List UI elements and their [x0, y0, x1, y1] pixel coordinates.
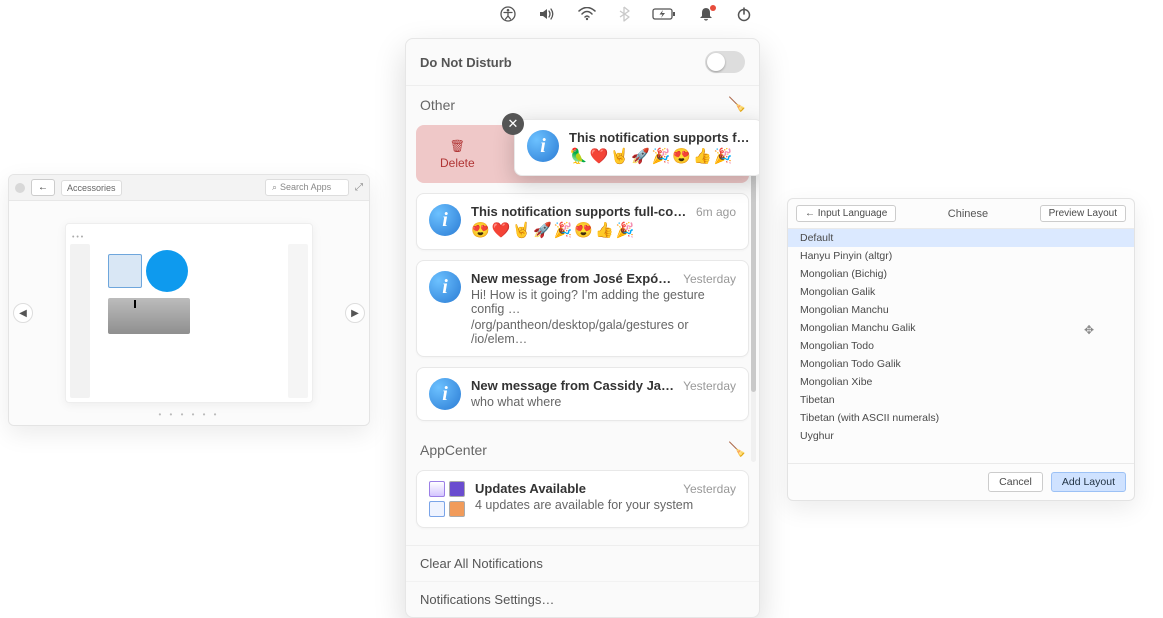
notification-card[interactable]: i New message from Cassidy Jame… Yesterd…	[416, 367, 749, 421]
keyboard-layout-window: ← Input Language Chinese Preview Layout …	[787, 198, 1135, 501]
layout-item[interactable]: Mongolian Manchu Galik	[788, 319, 1134, 337]
battery-icon[interactable]	[652, 7, 676, 26]
layout-item[interactable]: Uyghur	[788, 427, 1134, 445]
layout-item[interactable]: Mongolian Todo	[788, 337, 1134, 355]
layout-item[interactable]: Tibetan	[788, 391, 1134, 409]
square-shape	[108, 254, 142, 288]
section-appcenter: AppCenter 🧹	[406, 431, 759, 464]
search-input[interactable]: ⌕Search Apps	[265, 179, 349, 196]
notification-text: 4 updates are available for your system	[475, 498, 736, 512]
dnd-label: Do Not Disturb	[420, 55, 512, 70]
notification-text: who what where	[471, 395, 736, 409]
section-title: AppCenter	[420, 442, 487, 458]
delete-button[interactable]: 🗑 Delete	[440, 139, 475, 170]
layout-footer: Cancel Add Layout	[788, 463, 1134, 500]
design-canvas	[96, 250, 282, 376]
page-indicator: • • • • • •	[9, 410, 369, 419]
layout-item[interactable]: Mongolian Galik	[788, 283, 1134, 301]
notification-swipe-delete: 🗑 Delete ✕ i This notification supports …	[416, 125, 749, 183]
layout-item-default[interactable]: Default	[788, 229, 1134, 247]
design-app-toolbar: • • •	[72, 230, 306, 244]
power-icon[interactable]	[736, 6, 752, 27]
left-toolbar: ← Accessories ⌕Search Apps ⤢	[9, 175, 369, 201]
clear-all-button[interactable]: Clear All Notifications	[406, 546, 759, 581]
preview-layout-button[interactable]: Preview Layout	[1040, 205, 1126, 222]
notification-time: Yesterday	[683, 272, 736, 286]
info-icon: i	[429, 271, 461, 303]
add-layout-button[interactable]: Add Layout	[1051, 472, 1126, 492]
notification-title: Updates Available	[475, 481, 675, 496]
close-floating-icon[interactable]: ✕	[502, 113, 524, 135]
volume-icon[interactable]	[538, 6, 556, 27]
notification-text: /org/pantheon/desktop/gala/gestures or /…	[471, 318, 736, 346]
wifi-icon[interactable]	[578, 7, 596, 26]
notification-card[interactable]: i This notification supports full-color …	[416, 193, 749, 250]
design-left-panel	[70, 244, 90, 398]
appcenter-icon	[429, 481, 465, 517]
notification-card[interactable]: Updates Available Yesterday 4 updates ar…	[416, 470, 749, 528]
notification-emoji: 🦜❤️🤘🚀🎉😍👍🎉	[569, 147, 750, 165]
menubar	[500, 6, 752, 27]
layout-header: ← Input Language Chinese Preview Layout	[788, 199, 1134, 229]
trash-icon: 🗑	[450, 139, 465, 153]
notification-title: New message from Cassidy Jame…	[471, 378, 675, 393]
panel-footer: Clear All Notifications Notifications Se…	[406, 545, 759, 617]
back-input-language-button[interactable]: ← Input Language	[796, 205, 896, 222]
expand-icon[interactable]: ⤢	[355, 182, 363, 193]
clear-section-icon[interactable]: 🧹	[728, 96, 745, 113]
notification-text: Hi! How is it going? I'm adding the gest…	[471, 288, 736, 316]
carousel-body: ◀ ▶ • • • • • • • • •	[9, 201, 369, 425]
section-other: Other 🧹	[406, 86, 759, 119]
layout-list: Default Hanyu Pinyin (altgr) Mongolian (…	[788, 229, 1134, 445]
carousel-next[interactable]: ▶	[345, 303, 365, 323]
carousel-prev[interactable]: ◀	[13, 303, 33, 323]
floating-notification[interactable]: i This notification supports full-c… 🦜❤️…	[514, 119, 759, 176]
circle-shape	[146, 250, 188, 292]
gray-shape	[108, 298, 190, 334]
layout-item[interactable]: Hanyu Pinyin (altgr)	[788, 247, 1134, 265]
layout-title: Chinese	[902, 208, 1033, 220]
clear-section-icon[interactable]: 🧹	[728, 441, 745, 458]
info-icon: i	[527, 130, 559, 162]
notification-panel: Do Not Disturb Other 🧹 🗑 Delete ✕ i This…	[405, 38, 760, 618]
notification-emoji: 😍❤️🤘🚀🎉😍👍🎉	[471, 221, 736, 239]
notification-title: New message from José Expósito	[471, 271, 675, 286]
notification-title: This notification supports full-c…	[569, 130, 750, 145]
dnd-toggle[interactable]	[705, 51, 745, 73]
dnd-row: Do Not Disturb	[406, 39, 759, 85]
notification-time: Yesterday	[683, 482, 736, 496]
layout-item[interactable]: Mongolian Manchu	[788, 301, 1134, 319]
notification-card[interactable]: i New message from José Expósito Yesterd…	[416, 260, 749, 357]
notification-title: This notification supports full-color e…	[471, 204, 688, 219]
notification-time: 6m ago	[696, 205, 736, 219]
design-app-screenshot: • • •	[65, 223, 313, 403]
info-icon: i	[429, 204, 461, 236]
layout-item[interactable]: Tibetan (with ASCII numerals)	[788, 409, 1134, 427]
back-button[interactable]: ←	[31, 179, 55, 196]
accessibility-icon[interactable]	[500, 6, 516, 27]
notifications-icon[interactable]	[698, 6, 714, 27]
layout-item[interactable]: Mongolian Xibe	[788, 373, 1134, 391]
switchboard-window: ← Accessories ⌕Search Apps ⤢ ◀ ▶ • • • •…	[8, 174, 370, 426]
breadcrumb[interactable]: Accessories	[61, 180, 122, 196]
notification-settings-button[interactable]: Notifications Settings…	[406, 581, 759, 617]
design-right-panel	[288, 244, 308, 398]
bluetooth-icon[interactable]	[618, 6, 630, 27]
notification-time: Yesterday	[683, 379, 736, 393]
notification-scroll[interactable]: Other 🧹 🗑 Delete ✕ i This notification s…	[406, 85, 759, 545]
cancel-button[interactable]: Cancel	[988, 472, 1043, 492]
move-cursor-icon[interactable]: ✥	[1084, 323, 1094, 337]
section-terminal: Terminal 🧹	[406, 538, 759, 545]
layout-item[interactable]: Mongolian (Bichig)	[788, 265, 1134, 283]
info-icon: i	[429, 378, 461, 410]
window-close-dot[interactable]	[15, 183, 25, 193]
layout-item[interactable]: Mongolian Todo Galik	[788, 355, 1134, 373]
section-title: Other	[420, 97, 455, 113]
